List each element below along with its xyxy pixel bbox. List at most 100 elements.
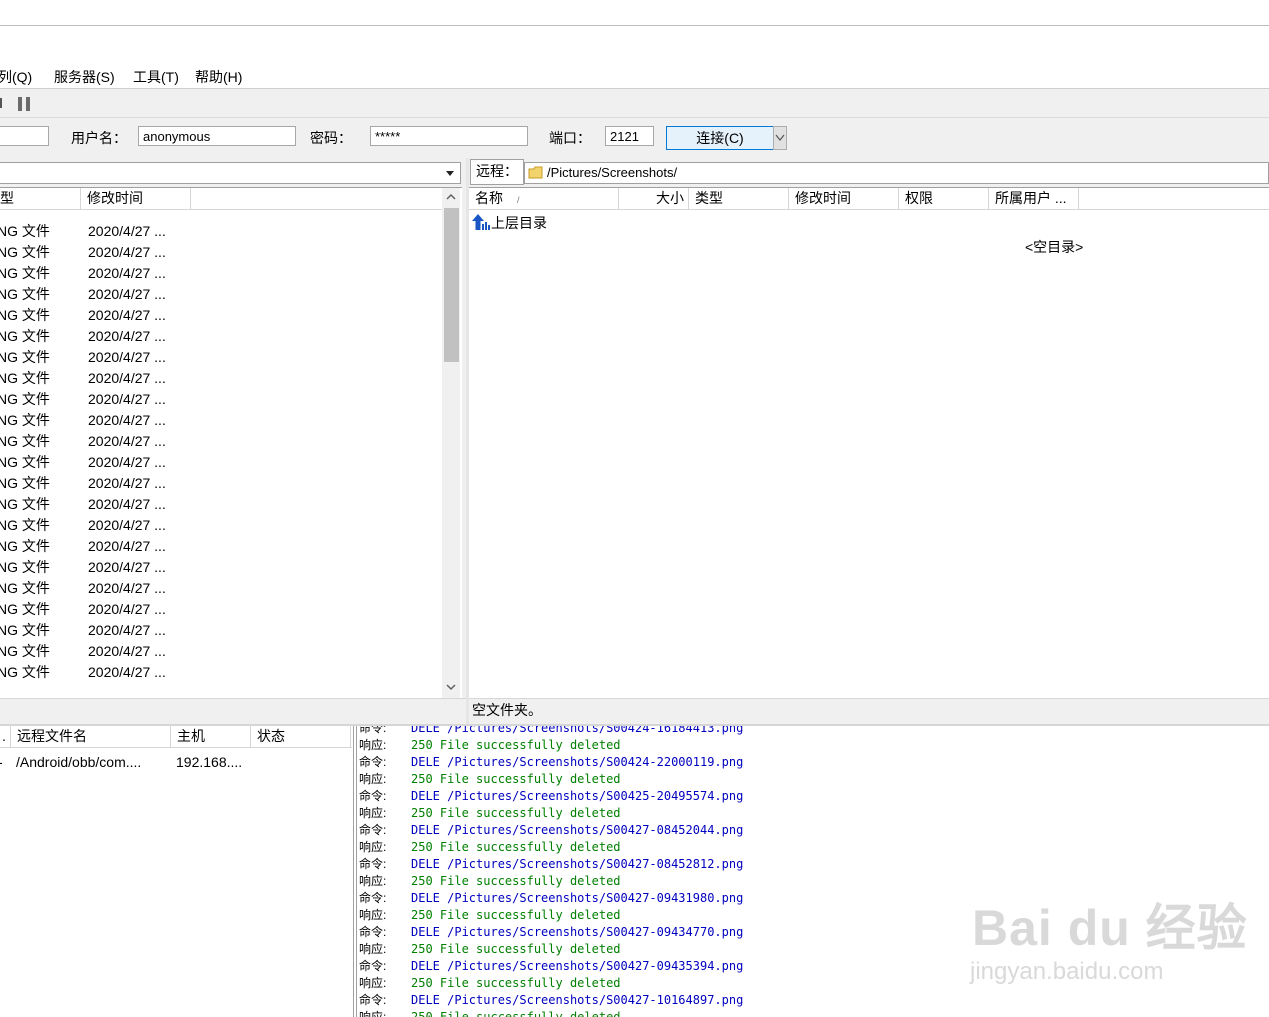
password-input[interactable]: ***** [370, 126, 528, 146]
remote-list-header: 名称 / 大小 类型 修改时间 权限 所属用户 ... [469, 188, 1269, 210]
file-modified: 2020/4/27 ... [88, 664, 166, 680]
log-line-label: 响应: [359, 942, 387, 956]
local-path-combo[interactable] [0, 162, 461, 184]
table-row[interactable]: NG 文件 2020/4/27 ... [0, 452, 166, 473]
log-line-text: 250 File successfully deleted [411, 874, 621, 888]
queue-pane[interactable]: . 远程文件名 主机 状态 -/Android/obb/com.... 192.1… [0, 726, 354, 1017]
file-modified: 2020/4/27 ... [88, 370, 166, 386]
table-row[interactable]: NG 文件 2020/4/27 ... [0, 620, 166, 641]
file-modified: 2020/4/27 ... [88, 559, 166, 575]
log-line-text: DELE /Pictures/Screenshots/S00427-101648… [411, 993, 744, 1007]
log-line-text: 250 File successfully deleted [411, 942, 621, 956]
local-scrollbar[interactable] [442, 188, 460, 698]
log-line-text: DELE /Pictures/Screenshots/S00427-094353… [411, 959, 744, 973]
local-pane: 型 修改时间 NG 文件 2020/4/27 ... NG 文件 2020/4/27 … [0, 158, 466, 724]
col-modified[interactable]: 修改时间 [81, 188, 191, 209]
table-row[interactable]: NG 文件 2020/4/27 ... [0, 242, 166, 263]
port-input[interactable]: 2121 [605, 126, 654, 146]
file-modified: 2020/4/27 ... [88, 538, 166, 554]
file-modified: 2020/4/27 ... [88, 433, 166, 449]
remote-file-list[interactable]: 名称 / 大小 类型 修改时间 权限 所属用户 ... 上层目录 <空目录> [469, 187, 1269, 698]
host-input[interactable] [0, 126, 49, 146]
table-row[interactable]: NG 文件 2020/4/27 ... [0, 389, 166, 410]
connect-button[interactable]: 连接(C) [666, 126, 774, 150]
table-row[interactable]: NG 文件 2020/4/27 ... [0, 641, 166, 662]
table-row[interactable]: NG 文件 2020/4/27 ... [0, 599, 166, 620]
log-line-text: 250 File successfully deleted [411, 976, 621, 990]
table-row[interactable]: NG 文件 2020/4/27 ... [0, 662, 166, 683]
table-row[interactable]: NG 文件 2020/4/27 ... [0, 263, 166, 284]
folder-icon [528, 166, 543, 179]
log-line-text: DELE /Pictures/Screenshots/S00427-084528… [411, 857, 744, 871]
queue-host: 192.168.... [176, 754, 243, 770]
queue-header: . 远程文件名 主机 状态 [0, 726, 352, 748]
table-row[interactable]: NG 文件 2020/4/27 ... [0, 557, 166, 578]
log-line-text: DELE /Pictures/Screenshots/S00424-161844… [411, 726, 744, 735]
username-label: 用户名： [71, 130, 127, 146]
col-queue-remote[interactable]: 远程文件名 [11, 726, 171, 747]
file-modified: 2020/4/27 ... [88, 307, 166, 323]
log-line-label: 命令: [359, 891, 387, 905]
menu-tools[interactable]: 工具(T) [133, 67, 179, 87]
col-owner[interactable]: 所属用户 ... [989, 188, 1079, 209]
table-row[interactable]: NG 文件 2020/4/27 ... [0, 410, 166, 431]
log-line-text: 250 File successfully deleted [411, 908, 621, 922]
connect-dropdown[interactable] [773, 126, 787, 150]
parent-dir-row[interactable]: 上层目录 [471, 212, 547, 233]
local-file-list[interactable]: 型 修改时间 NG 文件 2020/4/27 ... NG 文件 2020/4/27 … [0, 187, 462, 698]
empty-dir-text: <空目录> [1025, 239, 1084, 255]
col-name[interactable]: 名称 / [469, 188, 619, 209]
menu-server[interactable]: 服务器(S) [54, 67, 115, 87]
title-separator [0, 25, 1269, 26]
file-type: NG 文件 [0, 475, 50, 491]
file-type: NG 文件 [0, 433, 50, 449]
table-row[interactable]: NG 文件 2020/4/27 ... [0, 473, 166, 494]
table-row[interactable]: NG 文件 2020/4/27 ... [0, 536, 166, 557]
table-row[interactable]: NG 文件 2020/4/27 ... [0, 347, 166, 368]
menu-help[interactable]: 帮助(H) [195, 67, 242, 87]
file-modified: 2020/4/27 ... [88, 643, 166, 659]
table-row[interactable]: NG 文件 2020/4/27 ... [0, 284, 166, 305]
table-row[interactable]: NG 文件 2020/4/27 ... [0, 326, 166, 347]
col-size[interactable]: 大小 [619, 188, 689, 209]
scroll-down-icon[interactable] [445, 681, 457, 693]
table-row[interactable]: NG 文件 2020/4/27 ... [0, 431, 166, 452]
table-row[interactable]: NG 文件 2020/4/27 ... [0, 305, 166, 326]
menu-bar: 列(Q) 服务器(S) 工具(T) 帮助(H) [0, 64, 1269, 89]
username-input[interactable]: anonymous [138, 126, 296, 146]
file-type: NG 文件 [0, 517, 50, 533]
log-line: 响应: 250 File successfully deleted [359, 873, 621, 890]
file-type: NG 文件 [0, 454, 50, 470]
remote-path-input[interactable]: /Pictures/Screenshots/ [524, 162, 1269, 184]
col-type[interactable]: 型 [0, 188, 81, 209]
log-line: 响应: 250 File successfully deleted [359, 771, 621, 788]
table-row[interactable]: NG 文件 2020/4/27 ... [0, 494, 166, 515]
scroll-up-icon[interactable] [445, 191, 457, 203]
log-line: 命令: DELE /Pictures/Screenshots/S00427-094… [359, 924, 743, 941]
local-scroll-thumb[interactable] [444, 208, 459, 362]
log-line-text: 250 File successfully deleted [411, 1010, 621, 1017]
pause-icon[interactable] [16, 96, 32, 112]
table-row[interactable]: NG 文件 2020/4/27 ... [0, 578, 166, 599]
table-row[interactable]: NG 文件 2020/4/27 ... [0, 368, 166, 389]
col-queue-direction[interactable]: . [0, 726, 11, 747]
file-type: NG 文件 [0, 559, 50, 575]
port-label: 端口： [549, 130, 591, 146]
col-queue-status[interactable]: 状态 [251, 726, 351, 747]
log-line-label: 命令: [359, 823, 387, 837]
sort-asc-icon: / [517, 195, 520, 205]
queue-row[interactable]: -/Android/obb/com.... 192.168.... [0, 752, 242, 773]
file-type: NG 文件 [0, 328, 50, 344]
col-remote-modified[interactable]: 修改时间 [789, 188, 899, 209]
log-line: 命令: DELE /Pictures/Screenshots/S00427-094… [359, 890, 743, 907]
table-row[interactable]: NG 文件 2020/4/27 ... [0, 515, 166, 536]
col-remote-type[interactable]: 类型 [689, 188, 789, 209]
log-line-text: DELE /Pictures/Screenshots/S00427-094347… [411, 925, 744, 939]
col-queue-host[interactable]: 主机 [171, 726, 251, 747]
remote-status-bar: 空文件夹。 [469, 698, 1269, 723]
log-line-label: 响应: [359, 874, 387, 888]
menu-queue[interactable]: 列(Q) [0, 67, 32, 87]
table-row[interactable]: NG 文件 2020/4/27 ... [0, 221, 166, 242]
toolbar-partial-icon[interactable] [0, 98, 2, 108]
col-permissions[interactable]: 权限 [899, 188, 989, 209]
